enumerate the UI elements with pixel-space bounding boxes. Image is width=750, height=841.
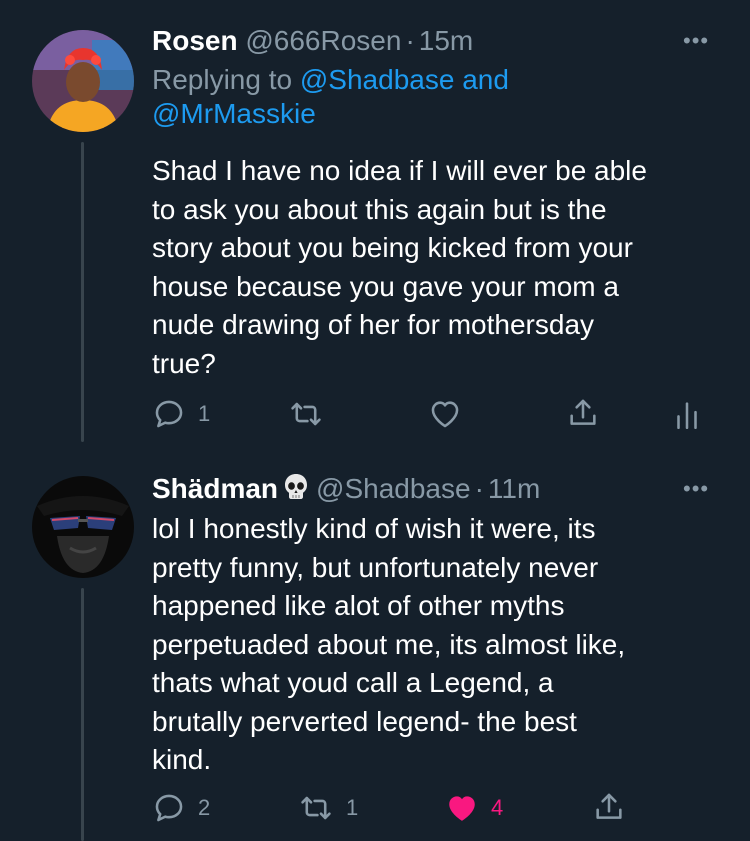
- separator: ·: [405, 25, 415, 56]
- thread-line: [81, 588, 84, 841]
- handle[interactable]: @666Rosen: [245, 25, 401, 56]
- text-line: true?: [152, 347, 216, 379]
- text-line: happened like alot of other myths: [152, 590, 565, 621]
- share-icon: [570, 399, 596, 425]
- text-line: pretty funny, but unfortunately never: [152, 551, 599, 583]
- replying-prefix: Replying to: [152, 64, 293, 95]
- reply-icon: [155, 400, 183, 428]
- share-button[interactable]: [592, 790, 626, 824]
- display-name[interactable]: Shädman: [152, 473, 278, 504]
- text-line: kind.: [152, 744, 212, 775]
- handle[interactable]: @Shadbase: [316, 473, 471, 504]
- reply-count: 1: [198, 401, 211, 426]
- more-horizontal-icon[interactable]: •••: [683, 28, 709, 54]
- heart-icon: [431, 401, 459, 428]
- analytics-button[interactable]: [674, 398, 700, 432]
- reply-button[interactable]: 2: [152, 791, 210, 825]
- tweet2-header: Shädman @Shadbase · 11m: [152, 472, 540, 510]
- text-line: house because you gave your mom a: [152, 270, 619, 302]
- replying-to: Replying to @Shadbase and @MrMasskie: [152, 63, 712, 131]
- share-button[interactable]: [566, 396, 600, 430]
- avatar-rosen[interactable]: [32, 30, 134, 132]
- like-button[interactable]: [428, 397, 474, 431]
- heart-filled-icon: [449, 796, 475, 821]
- separator: ·: [474, 473, 484, 504]
- timestamp[interactable]: 11m: [488, 473, 540, 504]
- mention-and: and: [462, 64, 509, 95]
- thread-line: [81, 142, 84, 442]
- analytics-icon: [677, 402, 697, 430]
- mention-mrmasskie[interactable]: @MrMasskie: [152, 98, 316, 129]
- share-icon: [596, 793, 622, 819]
- text-line: Shad I have no idea if I will ever be ab…: [152, 155, 647, 186]
- retweet-button[interactable]: 1: [298, 791, 358, 825]
- retweet-button[interactable]: [288, 397, 336, 431]
- mention-shadbase[interactable]: @Shadbase: [300, 64, 455, 95]
- timestamp[interactable]: 15m: [419, 25, 473, 56]
- avatar-shadman[interactable]: [32, 476, 134, 578]
- text-line: perpetuaded about me, its almost like,: [152, 628, 626, 660]
- like-button[interactable]: 4: [445, 791, 503, 825]
- text-line: nude drawing of her for mothersday: [152, 309, 595, 340]
- text-line: thats what youd call a Legend, a: [152, 667, 554, 698]
- text-line: story about you being kicked from your: [152, 232, 633, 263]
- more-horizontal-icon[interactable]: •••: [683, 476, 709, 502]
- reply-icon: [155, 794, 183, 822]
- reply-count: 2: [198, 795, 211, 820]
- tweet2-text: lol I honestly kind of wish it were, its…: [152, 510, 722, 780]
- text-line: lol I honestly kind of wish it were, its: [152, 513, 596, 544]
- display-name[interactable]: Rosen: [152, 25, 238, 56]
- retweet-count: 1: [346, 795, 359, 820]
- tweet1-header: Rosen @666Rosen · 15m: [152, 24, 473, 58]
- like-count: 4: [491, 795, 504, 820]
- text-line: to ask you about this again but is the: [152, 193, 607, 225]
- reply-button[interactable]: 1: [152, 397, 210, 431]
- retweet-icon: [291, 402, 321, 426]
- tweet1-text: Shad I have no idea if I will ever be ab…: [152, 152, 722, 383]
- text-line: brutally perverted legend- the best: [152, 705, 577, 737]
- retweet-icon: [301, 796, 331, 820]
- skull-icon: [282, 472, 310, 510]
